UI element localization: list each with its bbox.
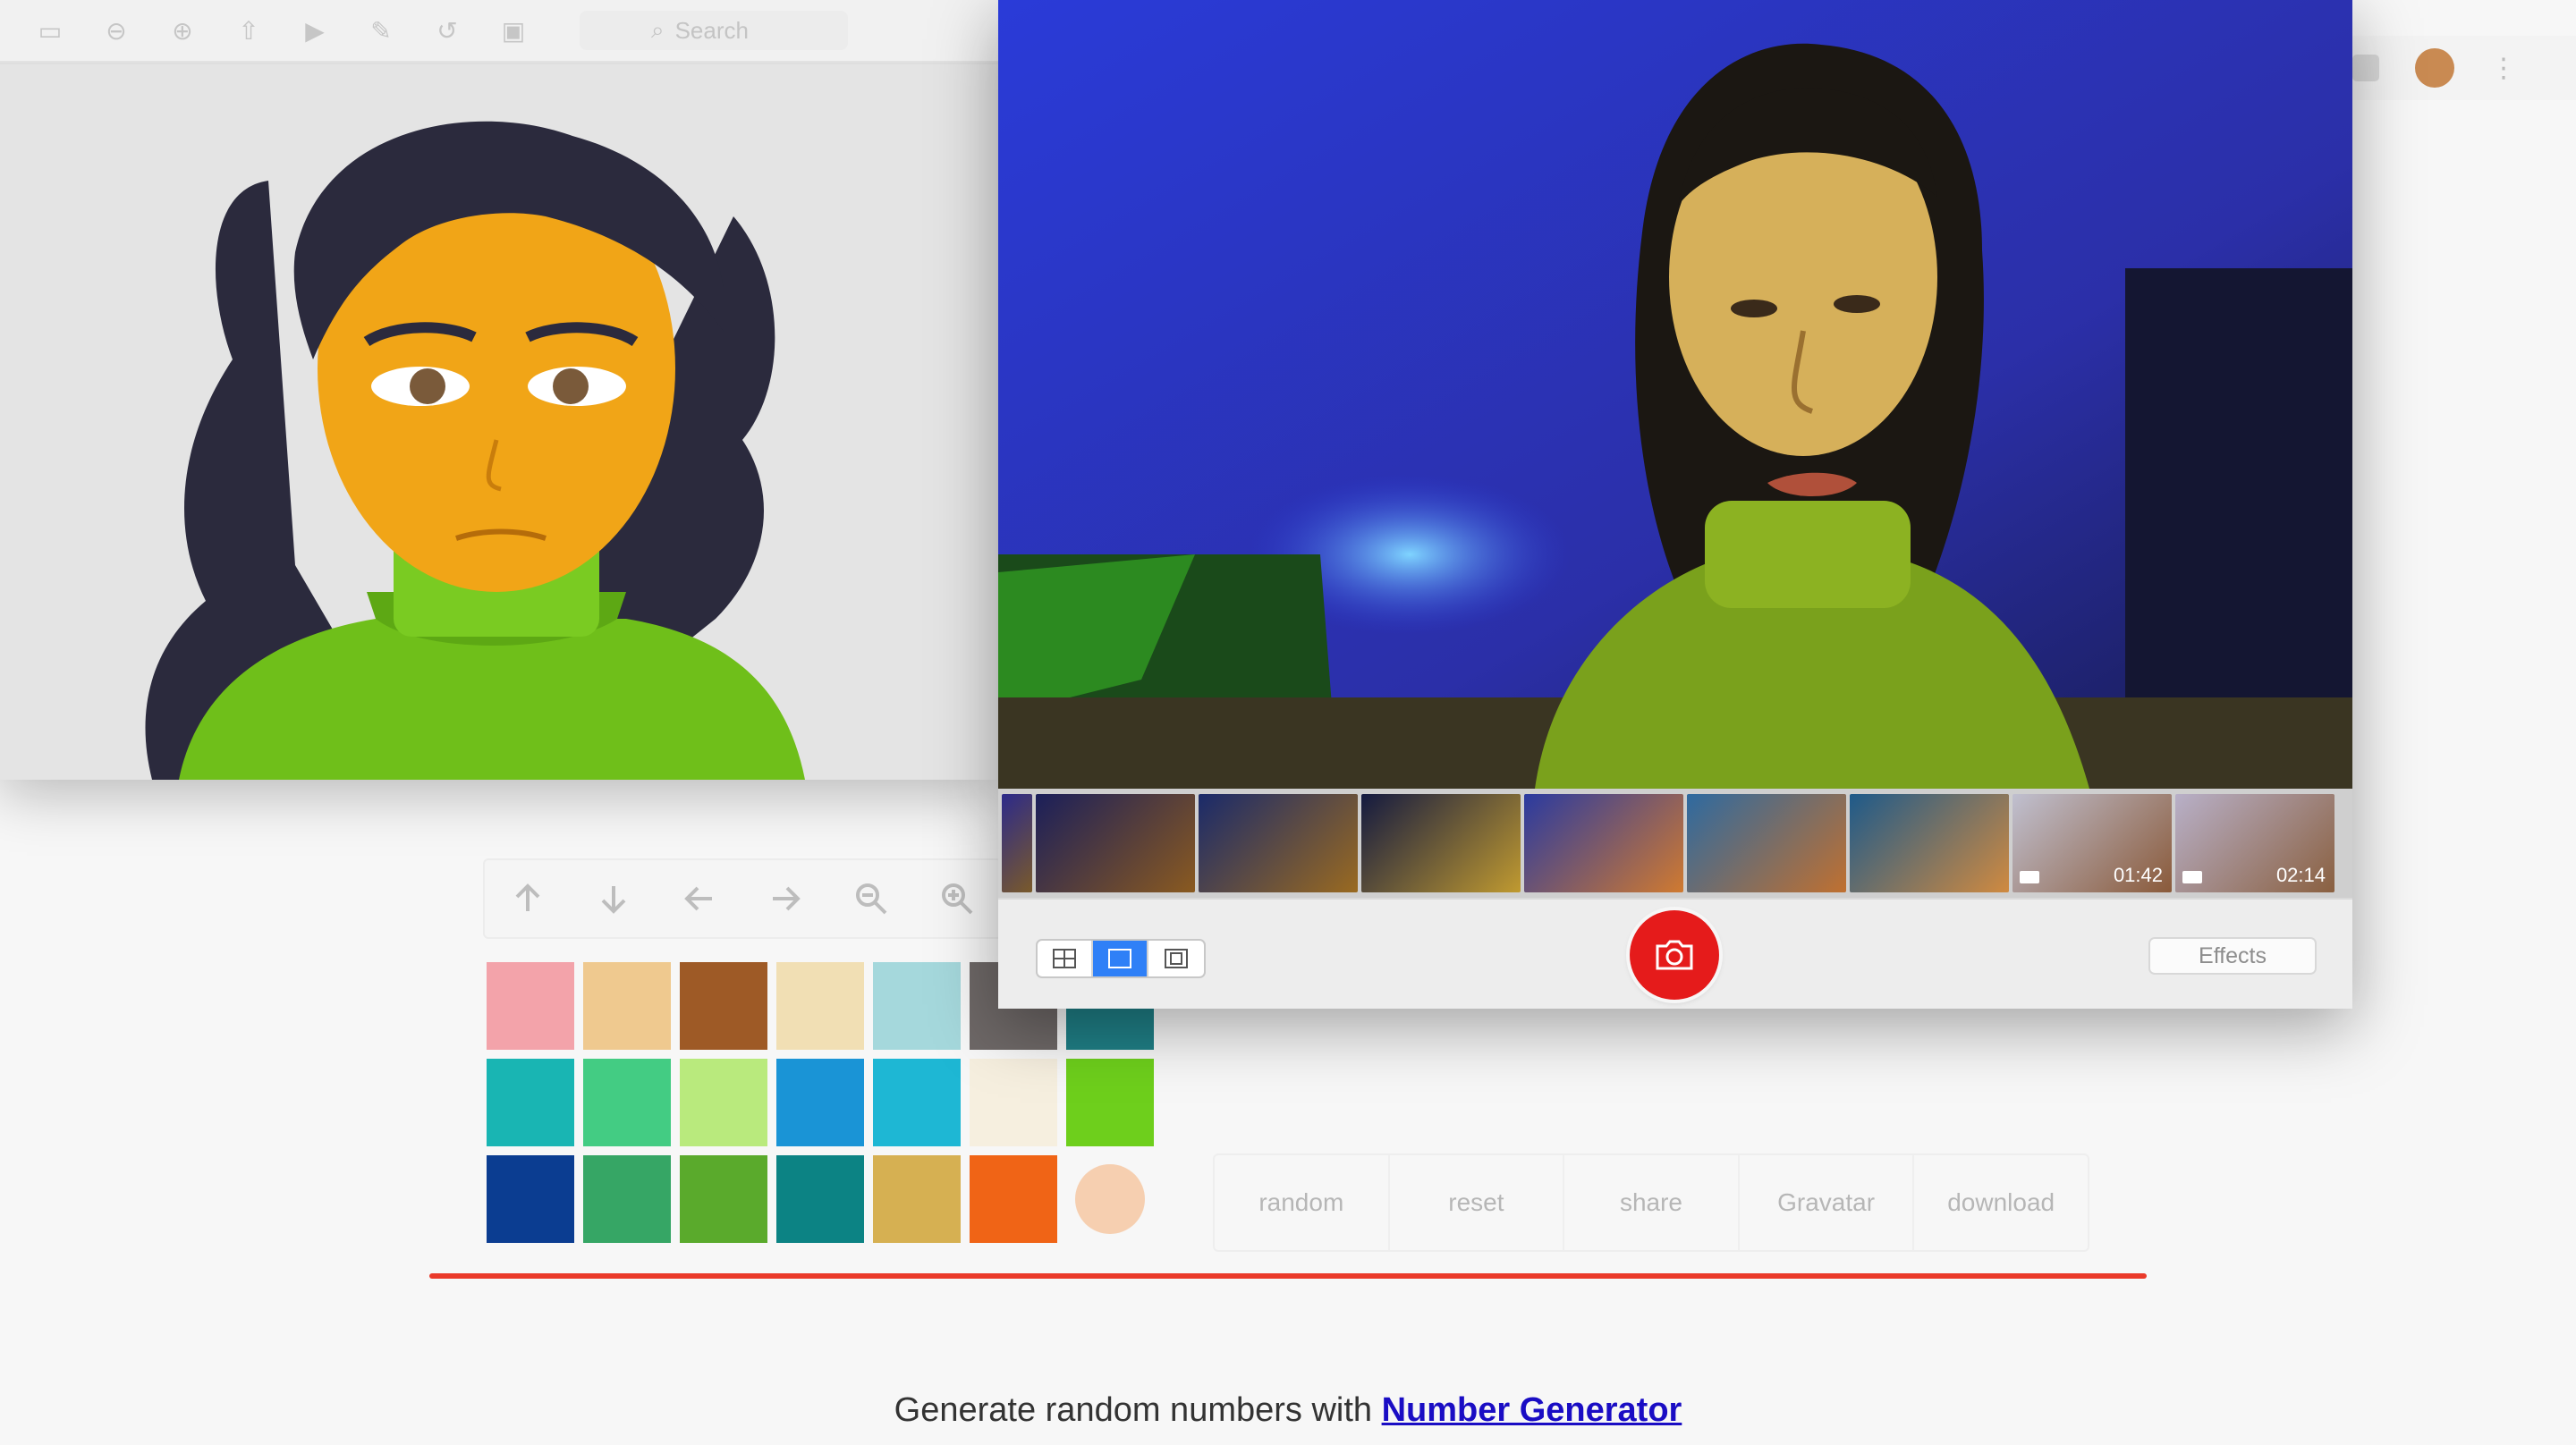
video-duration: 02:14	[2275, 864, 2326, 886]
avatar-position-controls	[483, 858, 1002, 939]
color-swatch[interactable]	[680, 1155, 767, 1243]
color-swatch[interactable]	[873, 962, 961, 1050]
photo-strip: 01:42 02:14	[998, 789, 2352, 898]
color-swatch[interactable]	[970, 1059, 1057, 1146]
color-swatch[interactable]	[776, 1059, 864, 1146]
divider-line	[429, 1273, 2147, 1279]
more-menu-icon[interactable]: ⋮	[2490, 53, 2517, 84]
video-duration: 01:42	[2113, 864, 2163, 886]
move-up-button[interactable]	[485, 860, 571, 937]
preview-search-field[interactable]: ⌕ Search	[580, 11, 848, 50]
color-swatch[interactable]	[1075, 1164, 1145, 1234]
color-swatch[interactable]	[873, 1059, 961, 1146]
video-camera-icon	[2182, 871, 2202, 883]
camera-preview	[998, 0, 2352, 789]
photo-thumbnail[interactable]	[1524, 794, 1683, 892]
color-swatch[interactable]	[583, 1059, 671, 1146]
take-photo-button[interactable]	[1630, 910, 1719, 1000]
grid-icon	[1053, 949, 1076, 968]
preview-window: ▭ ⊖ ⊕ ⇧ ▶ ✎ ↺ ▣ ⌕ Search	[0, 0, 998, 780]
zoom-out-button[interactable]	[828, 860, 914, 937]
markup-pen-icon[interactable]: ✎	[363, 16, 399, 45]
download-button[interactable]: download	[1914, 1155, 2088, 1250]
zoom-out-icon	[856, 883, 887, 915]
move-down-button[interactable]	[571, 860, 657, 937]
move-right-button[interactable]	[742, 860, 828, 937]
slideshow-icon[interactable]: ▶	[297, 16, 333, 45]
photo-thumbnail[interactable]	[1199, 794, 1358, 892]
zoom-in-icon	[942, 883, 973, 915]
sidebar-toggle-icon[interactable]: ▭	[32, 16, 68, 45]
rotate-icon[interactable]: ↺	[429, 16, 465, 45]
color-swatch[interactable]	[583, 962, 671, 1050]
share-icon[interactable]: ⇧	[231, 16, 267, 45]
color-swatch[interactable]	[970, 1155, 1057, 1243]
reader-icon[interactable]	[2352, 55, 2379, 81]
color-swatch[interactable]	[680, 962, 767, 1050]
zoom-in-icon[interactable]: ⊕	[165, 16, 200, 45]
profile-avatar[interactable]	[2415, 48, 2454, 88]
photo-thumbnail[interactable]: 02:14	[2175, 794, 2334, 892]
photo-thumbnail[interactable]	[1850, 794, 2009, 892]
color-swatch[interactable]	[487, 1155, 574, 1243]
search-placeholder: Search	[674, 16, 749, 44]
share-button[interactable]: share	[1564, 1155, 1740, 1250]
color-swatch[interactable]	[583, 1155, 671, 1243]
move-left-button[interactable]	[657, 860, 742, 937]
avatar-action-bar: random reset share Gravatar download	[1213, 1153, 2089, 1252]
color-swatch[interactable]	[680, 1059, 767, 1146]
preview-toolbar: ▭ ⊖ ⊕ ⇧ ▶ ✎ ↺ ▣ ⌕ Search	[0, 0, 998, 63]
effects-button[interactable]: Effects	[2148, 937, 2317, 975]
zoom-in-button[interactable]	[914, 860, 1000, 937]
photo-thumbnail[interactable]	[1687, 794, 1846, 892]
photo-thumbnail[interactable]	[1002, 794, 1032, 892]
color-swatch[interactable]	[776, 962, 864, 1050]
view-mode-switcher	[1036, 939, 1206, 978]
arrow-down-icon	[601, 886, 626, 914]
color-swatch[interactable]	[776, 1155, 864, 1243]
gravatar-button[interactable]: Gravatar	[1740, 1155, 1915, 1250]
photo-booth-window: 01:42 02:14 Effects	[998, 0, 2352, 1009]
photo-thumbnail[interactable]	[1036, 794, 1195, 892]
reset-button[interactable]: reset	[1390, 1155, 1565, 1250]
film-icon	[1165, 949, 1188, 968]
video-camera-icon	[2020, 871, 2039, 883]
four-up-view-button[interactable]	[1038, 941, 1093, 976]
arrow-up-icon	[515, 883, 540, 911]
toolbox-icon[interactable]: ▣	[496, 16, 531, 45]
arrow-left-icon	[684, 886, 712, 911]
photo-thumbnail[interactable]: 01:42	[2012, 794, 2172, 892]
color-swatch[interactable]	[487, 1059, 574, 1146]
color-swatch[interactable]	[1066, 1059, 1154, 1146]
zoom-out-icon[interactable]: ⊖	[98, 16, 134, 45]
footer-promo: Generate random numbers with Number Gene…	[0, 1391, 2576, 1430]
footer-prefix: Generate random numbers with	[894, 1391, 1382, 1429]
random-button[interactable]: random	[1215, 1155, 1390, 1250]
photo-thumbnail[interactable]	[1361, 794, 1521, 892]
video-view-button[interactable]	[1148, 941, 1204, 976]
number-generator-link[interactable]: Number Generator	[1382, 1391, 1682, 1429]
browser-toolbar-right: ⋮	[2326, 36, 2576, 100]
search-icon: ⌕	[651, 16, 665, 43]
single-view-button[interactable]	[1093, 941, 1148, 976]
photo-booth-controls: Effects	[998, 898, 2352, 1009]
camera-icon	[1656, 940, 1693, 970]
single-frame-icon	[1108, 949, 1131, 968]
avatar-illustration	[0, 64, 998, 780]
color-swatch[interactable]	[873, 1155, 961, 1243]
color-swatch[interactable]	[487, 962, 574, 1050]
arrow-right-icon	[773, 886, 801, 911]
